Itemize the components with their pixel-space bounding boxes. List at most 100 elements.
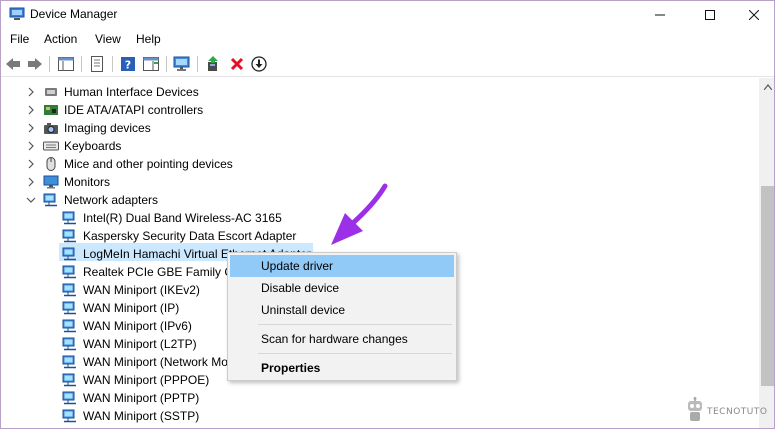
tree-category[interactable]: Keyboards <box>1 137 741 155</box>
watermark-text: TECNOTUTO <box>707 407 768 417</box>
menu-view[interactable]: View <box>95 32 121 46</box>
network-adapter-icon <box>62 355 76 369</box>
menu-uninstall-device[interactable]: Uninstall device <box>230 299 454 321</box>
tree-device-label: WAN Miniport (SSTP) <box>83 409 200 423</box>
network-adapter-icon <box>62 301 76 315</box>
chevron-right-icon[interactable] <box>26 105 36 115</box>
tree-device-label: Intel(R) Dual Band Wireless-AC 3165 <box>83 211 282 225</box>
robot-logo-icon <box>688 397 702 421</box>
tree-category[interactable]: Human Interface Devices <box>1 83 741 101</box>
chevron-right-icon[interactable] <box>26 177 36 187</box>
tree-category[interactable]: Mice and other pointing devices <box>1 155 741 173</box>
back-button[interactable] <box>3 54 23 74</box>
network-adapter-icon <box>62 409 76 423</box>
scan-hardware-button[interactable] <box>172 54 192 74</box>
svg-text:?: ? <box>125 59 131 72</box>
ide-controller-icon <box>44 105 58 115</box>
properties-sheet-icon <box>91 56 103 72</box>
toolbar-separator <box>197 56 198 72</box>
mouse-icon <box>46 157 56 171</box>
menu-scan-hardware-changes[interactable]: Scan for hardware changes <box>230 328 454 350</box>
menu-help[interactable]: Help <box>136 32 161 46</box>
chevron-up-icon <box>763 83 772 90</box>
title-bar[interactable]: Device Manager <box>1 1 774 28</box>
annotation-arrow-icon <box>331 183 388 245</box>
context-menu: Update driver Disable device Uninstall d… <box>227 252 457 381</box>
help-icon: ? <box>121 57 135 72</box>
enable-device-toolbar-button[interactable] <box>249 54 269 74</box>
network-adapter-icon <box>62 319 76 333</box>
update-driver-icon <box>208 56 218 71</box>
uninstall-x-icon <box>230 57 244 71</box>
close-icon <box>749 9 759 20</box>
keyboard-icon <box>43 141 59 151</box>
network-adapter-icon <box>43 193 57 207</box>
close-button[interactable] <box>731 1 774 28</box>
tree-device-label: WAN Miniport (IPv6) <box>83 319 192 333</box>
menu-update-driver[interactable]: Update driver <box>230 255 454 277</box>
toolbar-separator <box>112 56 113 72</box>
chevron-down-icon[interactable] <box>26 195 36 205</box>
network-adapter-icon <box>62 265 76 279</box>
tree-category-label: Mice and other pointing devices <box>64 157 233 171</box>
network-adapter-icon <box>62 391 76 405</box>
action-pane-icon <box>143 57 159 71</box>
maximize-button[interactable] <box>687 1 733 28</box>
update-driver-toolbar-button[interactable] <box>203 54 223 74</box>
download-circle-icon <box>251 56 267 72</box>
minimize-button[interactable] <box>637 1 683 28</box>
tree-device-label: WAN Miniport (PPPOE) <box>83 373 210 387</box>
show-hide-console-tree-button[interactable] <box>56 54 76 74</box>
network-adapter-icon <box>62 247 76 261</box>
help-toolbar-button[interactable]: ? <box>118 54 138 74</box>
device-manager-window: Device Manager File Action View Help ? H… <box>0 0 775 429</box>
hid-icon <box>45 88 57 96</box>
network-adapter-icon <box>62 337 76 351</box>
tree-category-label: Human Interface Devices <box>64 85 199 99</box>
network-adapter-icon <box>62 373 76 387</box>
tree-device-label: WAN Miniport (IKEv2) <box>83 283 200 297</box>
tree-device-label: WAN Miniport (IP) <box>83 301 180 315</box>
uninstall-toolbar-button[interactable] <box>227 54 247 74</box>
console-tree-icon <box>58 57 74 71</box>
tree-category-label: Keyboards <box>64 139 122 153</box>
device-manager-icon <box>9 7 25 20</box>
toolbar-separator <box>166 56 167 72</box>
context-menu-separator <box>258 353 452 354</box>
chevron-right-icon[interactable] <box>26 87 36 97</box>
tree-device-label: WAN Miniport (L2TP) <box>83 337 197 351</box>
context-menu-separator <box>258 324 452 325</box>
forward-button[interactable] <box>25 54 45 74</box>
network-adapter-icon <box>62 211 76 225</box>
tree-category[interactable]: Imaging devices <box>1 119 741 137</box>
window-title: Device Manager <box>30 7 118 21</box>
tree-category-label: Monitors <box>64 175 111 189</box>
menu-bar: File Action View Help <box>1 28 774 50</box>
forward-arrow-icon <box>28 58 42 70</box>
scroll-thumb[interactable] <box>761 186 774 386</box>
tree-category[interactable]: IDE ATA/ATAPI controllers <box>1 101 741 119</box>
scan-monitor-icon <box>173 56 190 71</box>
network-adapter-icon <box>62 283 76 297</box>
menu-action[interactable]: Action <box>44 32 77 46</box>
tree-device-item[interactable]: WAN Miniport (SSTP) <box>1 407 741 425</box>
tree-category-label: Network adapters <box>64 193 159 207</box>
monitor-icon <box>43 175 59 189</box>
watermark: TECNOTUTO <box>681 395 771 427</box>
chevron-right-icon[interactable] <box>26 123 36 133</box>
menu-file[interactable]: File <box>10 32 29 46</box>
back-arrow-icon <box>6 58 20 70</box>
menu-properties[interactable]: Properties <box>230 357 454 379</box>
action-pane-button[interactable] <box>141 54 161 74</box>
maximize-icon <box>705 9 715 20</box>
vertical-scrollbar[interactable] <box>759 78 774 428</box>
tree-category-label: Imaging devices <box>64 121 151 135</box>
network-adapter-icon <box>62 229 76 243</box>
tree-device-label: WAN Miniport (PPTP) <box>83 391 200 405</box>
tree-device-item[interactable]: WAN Miniport (PPTP) <box>1 389 741 407</box>
scroll-up-button[interactable] <box>759 78 774 95</box>
menu-disable-device[interactable]: Disable device <box>230 277 454 299</box>
properties-toolbar-button[interactable] <box>87 54 107 74</box>
chevron-right-icon[interactable] <box>26 141 36 151</box>
chevron-right-icon[interactable] <box>26 159 36 169</box>
